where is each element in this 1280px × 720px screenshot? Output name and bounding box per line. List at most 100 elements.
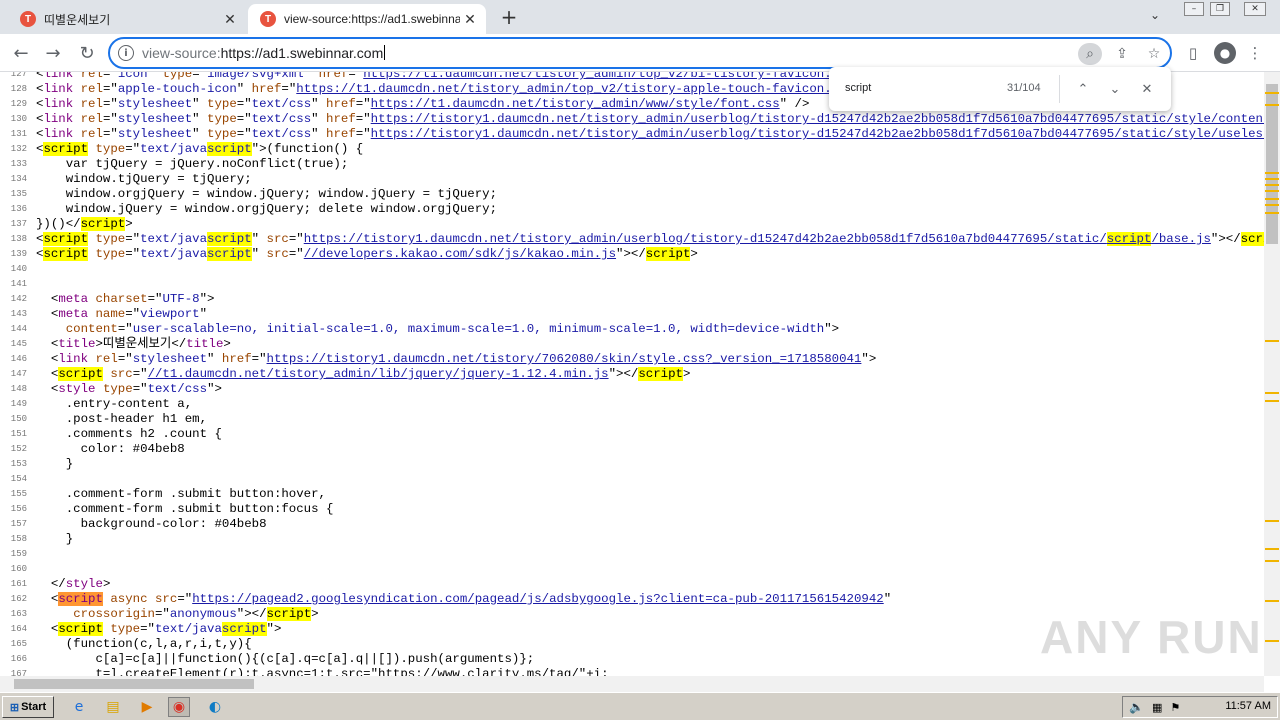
line-number: 146 bbox=[10, 354, 27, 364]
line-code: } bbox=[36, 532, 74, 546]
source-line: 139 <script type="text/javascript" src="/… bbox=[0, 247, 1264, 262]
source-line: 157 background-color: #04beb8 bbox=[0, 517, 1264, 532]
vertical-scrollbar[interactable] bbox=[1264, 72, 1280, 676]
source-line: 156 .comment-form .submit button:focus { bbox=[0, 502, 1264, 517]
line-code: <script async src="https://pagead2.googl… bbox=[36, 592, 892, 606]
file-explorer-icon[interactable]: ▤ bbox=[102, 697, 124, 717]
tab-fortune[interactable]: T 띠별운세보기 ✕ bbox=[8, 4, 246, 34]
find-previous-chevron-up-icon[interactable]: ⌃ bbox=[1072, 78, 1094, 100]
find-in-page-icon[interactable]: ⌕ bbox=[1078, 43, 1102, 65]
line-code: <link rel="stylesheet" type="text/css" h… bbox=[36, 112, 1264, 126]
anyrun-watermark: ANY RUN bbox=[1040, 611, 1263, 663]
internet-explorer-icon[interactable]: e bbox=[68, 697, 90, 717]
network-icon[interactable]: ▦ bbox=[1152, 701, 1162, 714]
find-close-icon[interactable]: ✕ bbox=[1136, 78, 1158, 100]
source-line: 141 bbox=[0, 277, 1264, 292]
line-number: 155 bbox=[10, 489, 27, 499]
source-line: 149 .entry-content a, bbox=[0, 397, 1264, 412]
tab-close-icon[interactable]: ✕ bbox=[220, 9, 240, 29]
source-line: 143 <meta name="viewport" bbox=[0, 307, 1264, 322]
flag-icon[interactable]: ⚑ bbox=[1170, 701, 1180, 714]
line-number: 131 bbox=[10, 129, 27, 139]
find-next-chevron-down-icon[interactable]: ⌄ bbox=[1104, 78, 1126, 100]
line-code: <script type="text/javascript"> bbox=[36, 622, 282, 636]
line-number: 138 bbox=[10, 234, 27, 244]
source-line: 160 bbox=[0, 562, 1264, 577]
share-icon[interactable]: ⇪ bbox=[1110, 43, 1134, 65]
line-number: 136 bbox=[10, 204, 27, 214]
line-number: 156 bbox=[10, 504, 27, 514]
vertical-scroll-thumb[interactable] bbox=[1266, 84, 1278, 244]
line-number: 151 bbox=[10, 429, 27, 439]
line-code: <title>띠별운세보기</title> bbox=[36, 337, 231, 351]
close-window-icon[interactable]: ✕ bbox=[1244, 2, 1266, 16]
tab-close-icon[interactable]: ✕ bbox=[460, 9, 480, 29]
line-number: 130 bbox=[10, 114, 27, 124]
line-code: c[a]=c[a]||function(){(c[a].q=c[a].q||[]… bbox=[36, 652, 535, 666]
reload-icon[interactable]: ↻ bbox=[74, 40, 100, 66]
line-code: </style> bbox=[36, 577, 111, 591]
line-code: <link rel="icon" type="image/svg+xml" hr… bbox=[36, 72, 884, 81]
find-divider bbox=[1059, 75, 1060, 103]
line-code: <script type="text/javascript" src="http… bbox=[36, 232, 1264, 247]
line-number: 140 bbox=[10, 264, 27, 274]
horizontal-scrollbar[interactable] bbox=[0, 676, 1264, 692]
line-number: 161 bbox=[10, 579, 27, 589]
line-code: <script type="text/javascript" src="//de… bbox=[36, 247, 698, 261]
edge-icon[interactable]: ◐ bbox=[204, 697, 226, 717]
maximize-icon[interactable]: ❐ bbox=[1210, 2, 1230, 16]
tab-search-chevron-icon[interactable]: ⌄ bbox=[1150, 8, 1160, 22]
line-code: window.orgjQuery = window.jQuery; window… bbox=[36, 187, 498, 201]
site-info-icon[interactable]: i bbox=[118, 45, 134, 61]
source-line: 142 <meta charset="UTF-8"> bbox=[0, 292, 1264, 307]
profile-avatar-icon[interactable]: ● bbox=[1214, 42, 1236, 64]
line-code: background-color: #04beb8 bbox=[36, 517, 267, 531]
line-number: 143 bbox=[10, 309, 27, 319]
side-panel-icon[interactable]: ▯ bbox=[1180, 40, 1206, 66]
view-source-content[interactable]: 127 <link rel="icon" type="image/svg+xml"… bbox=[0, 72, 1264, 676]
line-code: crossorigin="anonymous"></script> bbox=[73, 607, 319, 621]
line-code: } bbox=[36, 457, 74, 471]
line-code: <meta name="viewport" bbox=[36, 307, 208, 321]
windows-taskbar: ⊞ Start e ▤ ▶ ◉ ◐ 🔈 ▦ ⚑ 11:57 AM bbox=[0, 692, 1280, 720]
line-number: 137 bbox=[10, 219, 27, 229]
start-button[interactable]: ⊞ Start bbox=[2, 696, 54, 718]
minimize-icon[interactable]: – bbox=[1184, 2, 1204, 16]
address-bar[interactable]: i view-source:https://ad1.swebinnar.com … bbox=[108, 37, 1172, 69]
line-code: (function(c,l,a,r,i,t,y){ bbox=[36, 637, 252, 651]
line-number: 153 bbox=[10, 459, 27, 469]
volume-icon[interactable]: 🔈 bbox=[1129, 700, 1144, 714]
source-line: 152 color: #04beb8 bbox=[0, 442, 1264, 457]
source-line: 148 <style type="text/css"> bbox=[0, 382, 1264, 397]
url-host: https://ad1.swebinnar.com bbox=[220, 45, 384, 61]
line-number: 150 bbox=[10, 414, 27, 424]
source-line: 147 <script src="//t1.daumcdn.net/tistor… bbox=[0, 367, 1264, 382]
line-number: 127 bbox=[10, 72, 27, 79]
new-tab-plus-icon[interactable]: + bbox=[498, 5, 520, 29]
line-code: <link rel="stylesheet" type="text/css" h… bbox=[36, 97, 810, 111]
source-line: 159 bbox=[0, 547, 1264, 562]
address-text[interactable]: view-source:https://ad1.swebinnar.com bbox=[142, 45, 386, 61]
bookmark-star-icon[interactable]: ☆ bbox=[1142, 43, 1166, 65]
media-player-icon[interactable]: ▶ bbox=[136, 697, 158, 717]
back-arrow-icon[interactable]: ← bbox=[8, 40, 34, 66]
source-line: 131 <link rel="stylesheet" type="text/css… bbox=[0, 127, 1264, 142]
forward-arrow-icon[interactable]: → bbox=[40, 40, 66, 66]
source-line: 162 <script async src="https://pagead2.g… bbox=[0, 592, 1264, 607]
source-line: 133 var tjQuery = jQuery.noConflict(true… bbox=[0, 157, 1264, 172]
horizontal-scroll-thumb[interactable] bbox=[14, 679, 254, 689]
tab-title: 띠별운세보기 bbox=[44, 12, 111, 27]
chrome-icon[interactable]: ◉ bbox=[168, 697, 190, 717]
find-input[interactable]: script bbox=[845, 82, 871, 94]
source-line: 154 bbox=[0, 472, 1264, 487]
line-number: 164 bbox=[10, 624, 27, 634]
menu-kebab-icon[interactable]: ⋮ bbox=[1242, 40, 1268, 66]
tab-view-source[interactable]: T view-source:https://ad1.swebinnar. ✕ bbox=[248, 4, 486, 34]
line-code: <link rel="stylesheet" href="https://tis… bbox=[36, 352, 877, 366]
source-line: 151 .comments h2 .count { bbox=[0, 427, 1264, 442]
find-match-count: 31/104 bbox=[1007, 82, 1041, 94]
line-code: .comments h2 .count { bbox=[36, 427, 222, 441]
line-code: <link rel="stylesheet" type="text/css" h… bbox=[36, 127, 1264, 141]
source-line: 135 window.orgjQuery = window.jQuery; wi… bbox=[0, 187, 1264, 202]
clock: 11:57 AM bbox=[1225, 700, 1271, 712]
